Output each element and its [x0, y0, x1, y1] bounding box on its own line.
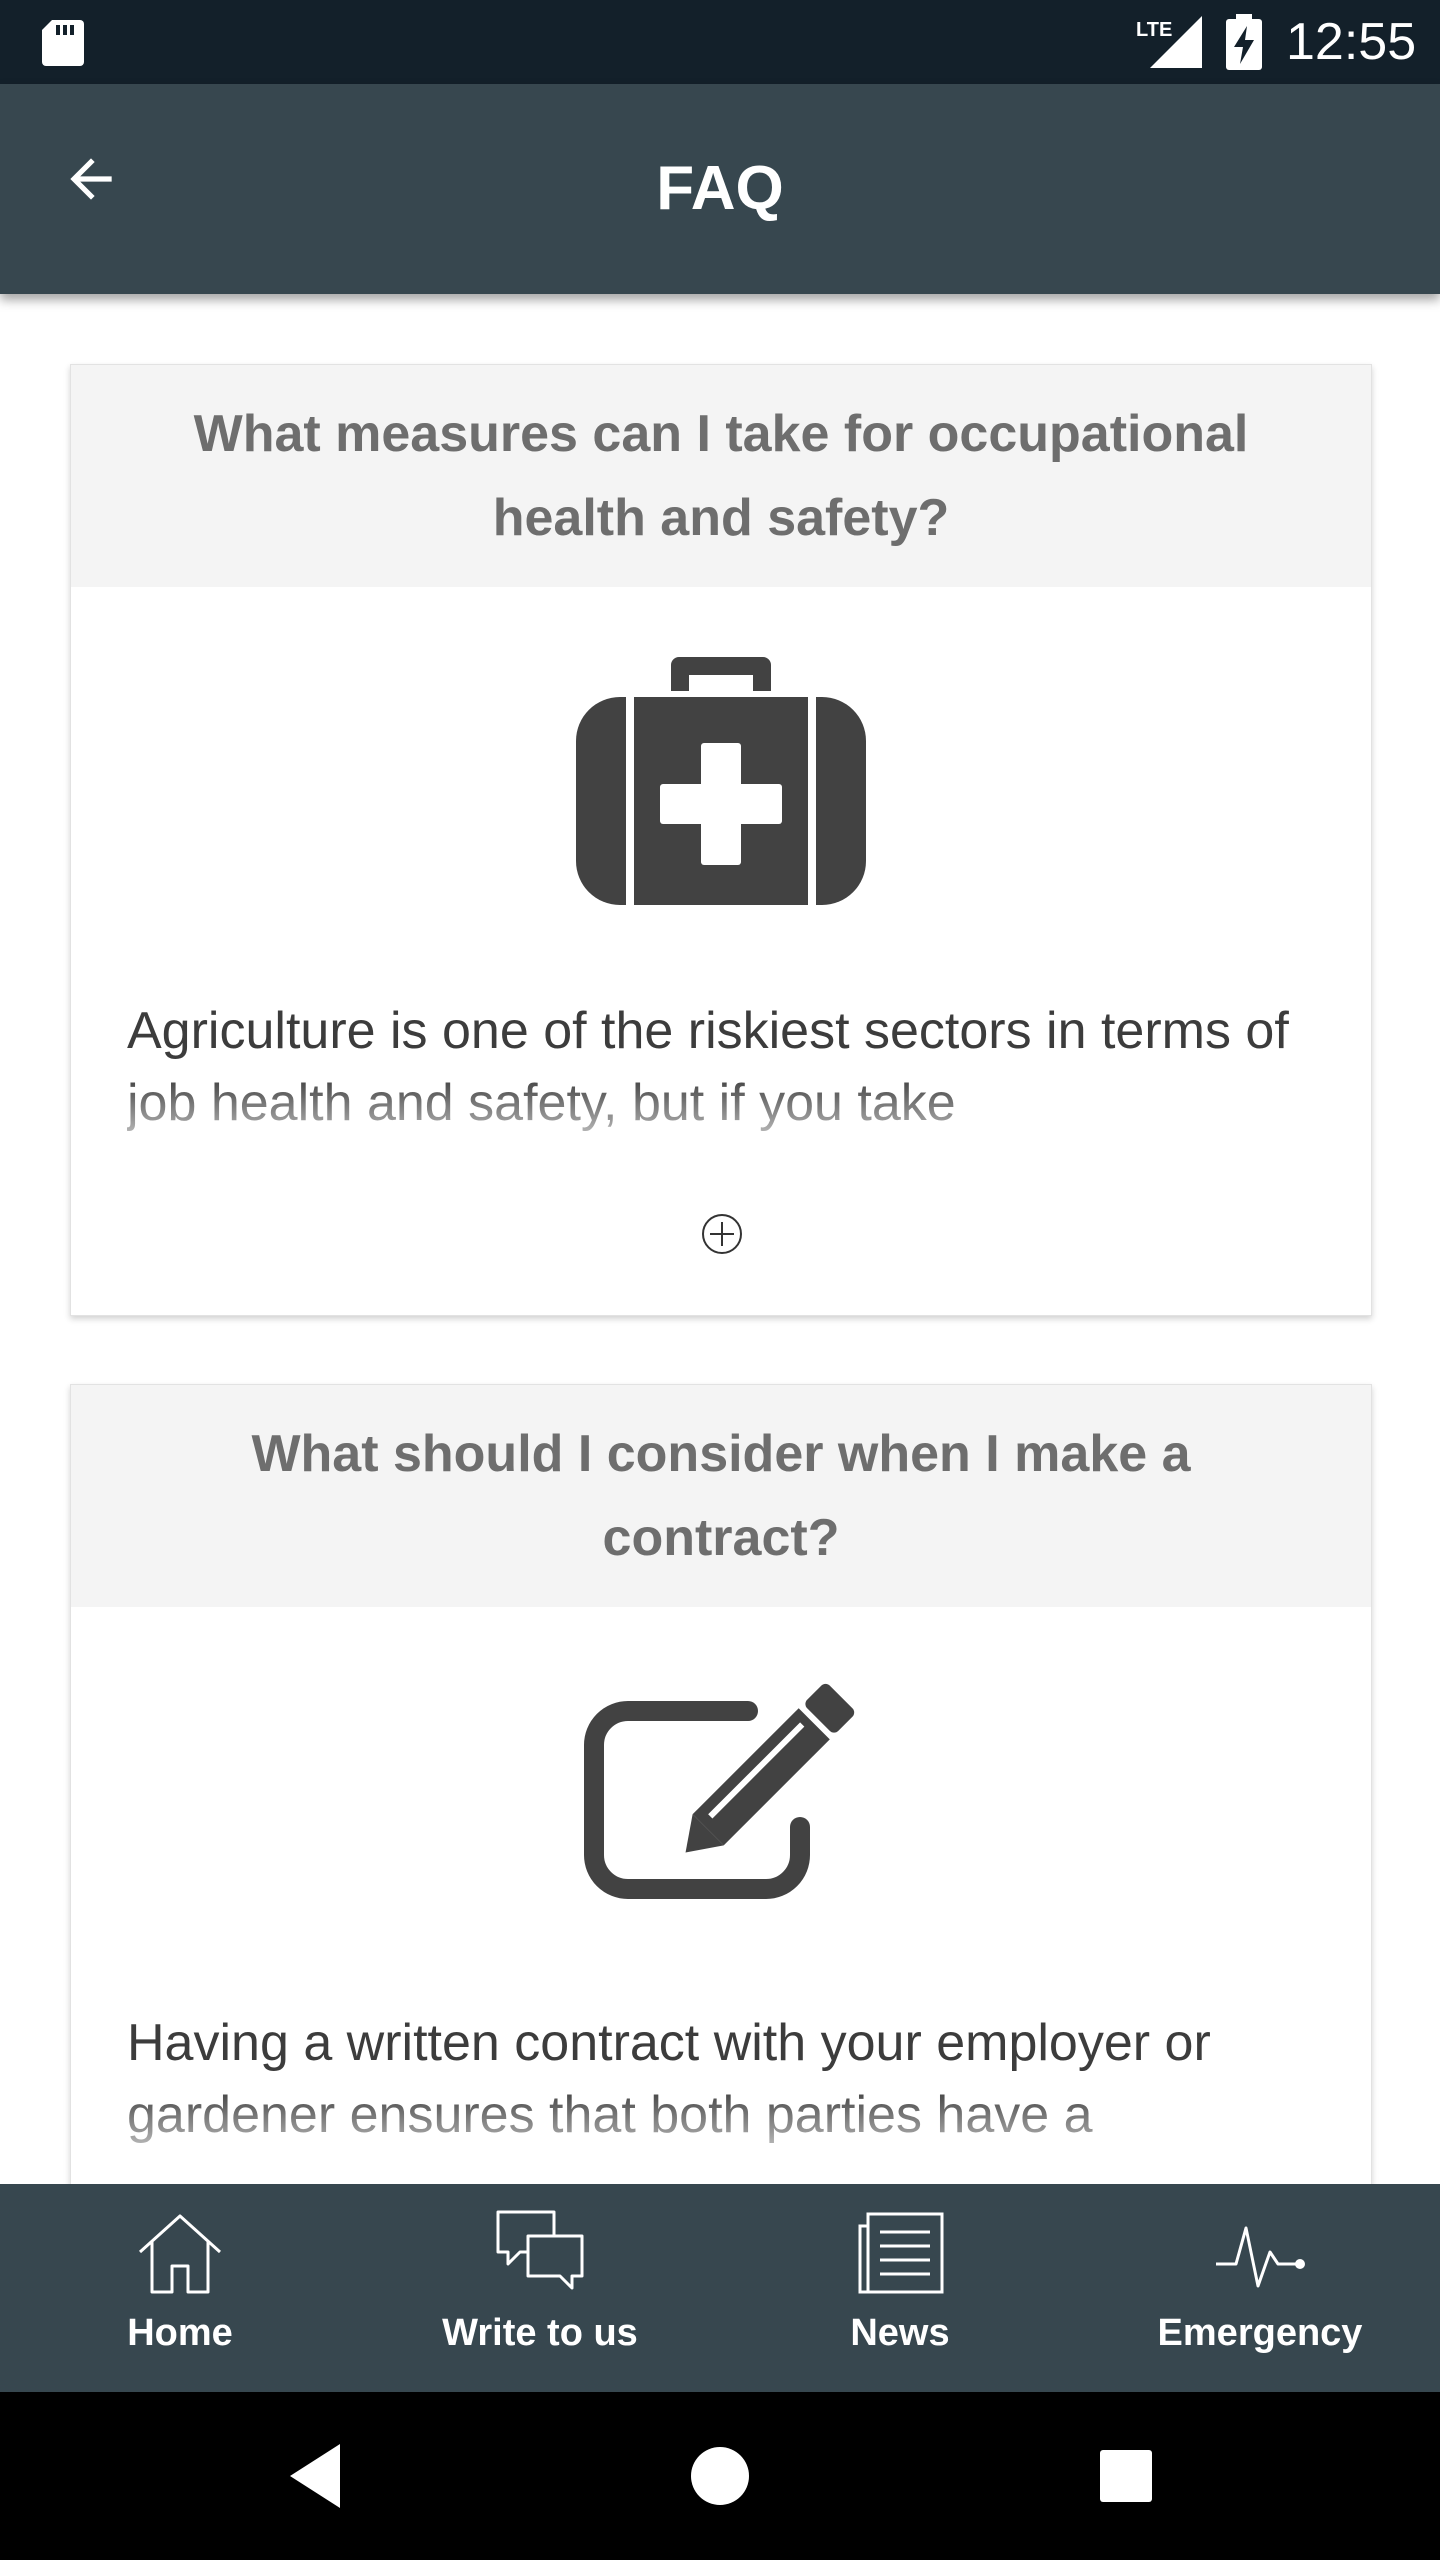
home-circle-icon[interactable] [680, 2436, 760, 2516]
system-nav-bar [0, 2392, 1440, 2560]
back-button[interactable] [56, 144, 126, 214]
first-aid-kit-icon [576, 657, 866, 905]
faq-list[interactable]: What measures can I take for occupationa… [0, 294, 1440, 2184]
faq-card-header: What measures can I take for occupationa… [71, 365, 1371, 587]
status-time: 12:55 [1286, 13, 1417, 71]
faq-answer: Having a written contract with your empl… [127, 2007, 1315, 2157]
nav-item-home[interactable]: Home [0, 2184, 360, 2392]
nav-item-emergency[interactable]: Emergency [1080, 2184, 1440, 2392]
faq-question: What should I consider when I make a con… [251, 1425, 1191, 1567]
faq-card[interactable]: What measures can I take for occupationa… [70, 364, 1372, 1316]
recents-square-icon[interactable] [1086, 2436, 1166, 2516]
chat-bubbles-icon [496, 2210, 584, 2290]
svg-text:LTE: LTE [1136, 19, 1172, 41]
plus-circle-icon[interactable] [701, 1213, 743, 1255]
faq-question: What measures can I take for occupationa… [193, 405, 1249, 547]
nav-item-write-to-us[interactable]: Write to us [360, 2184, 720, 2392]
nav-label: Write to us [442, 2312, 638, 2354]
bottom-navigation: Home Write to us News Emergency [0, 2184, 1440, 2392]
lte-signal-icon: LTE [1136, 16, 1202, 68]
heartbeat-icon [1216, 2226, 1305, 2288]
faq-card-header: What should I consider when I make a con… [71, 1385, 1371, 1607]
faq-card[interactable]: What should I consider when I make a con… [70, 1384, 1372, 2184]
battery-charging-icon [1226, 14, 1262, 70]
nav-label: News [850, 2312, 950, 2354]
nav-item-news[interactable]: News [720, 2184, 1080, 2392]
page-title: FAQ [656, 154, 784, 223]
arrow-back-icon [70, 158, 112, 200]
newspaper-icon [858, 2212, 944, 2294]
fade-overlay [127, 2087, 1315, 2157]
home-icon [138, 2214, 222, 2294]
app-bar: FAQ [0, 84, 1440, 294]
sd-card-icon [42, 20, 84, 66]
back-triangle-icon[interactable] [276, 2436, 356, 2516]
nav-label: Emergency [1157, 2312, 1363, 2354]
nav-label: Home [127, 2312, 233, 2354]
fade-overlay [127, 1075, 1315, 1145]
edit-pencil-icon [584, 1683, 855, 1899]
status-bar: LTE 12:55 [0, 0, 1440, 84]
faq-answer: Agriculture is one of the riskiest secto… [127, 995, 1315, 1145]
